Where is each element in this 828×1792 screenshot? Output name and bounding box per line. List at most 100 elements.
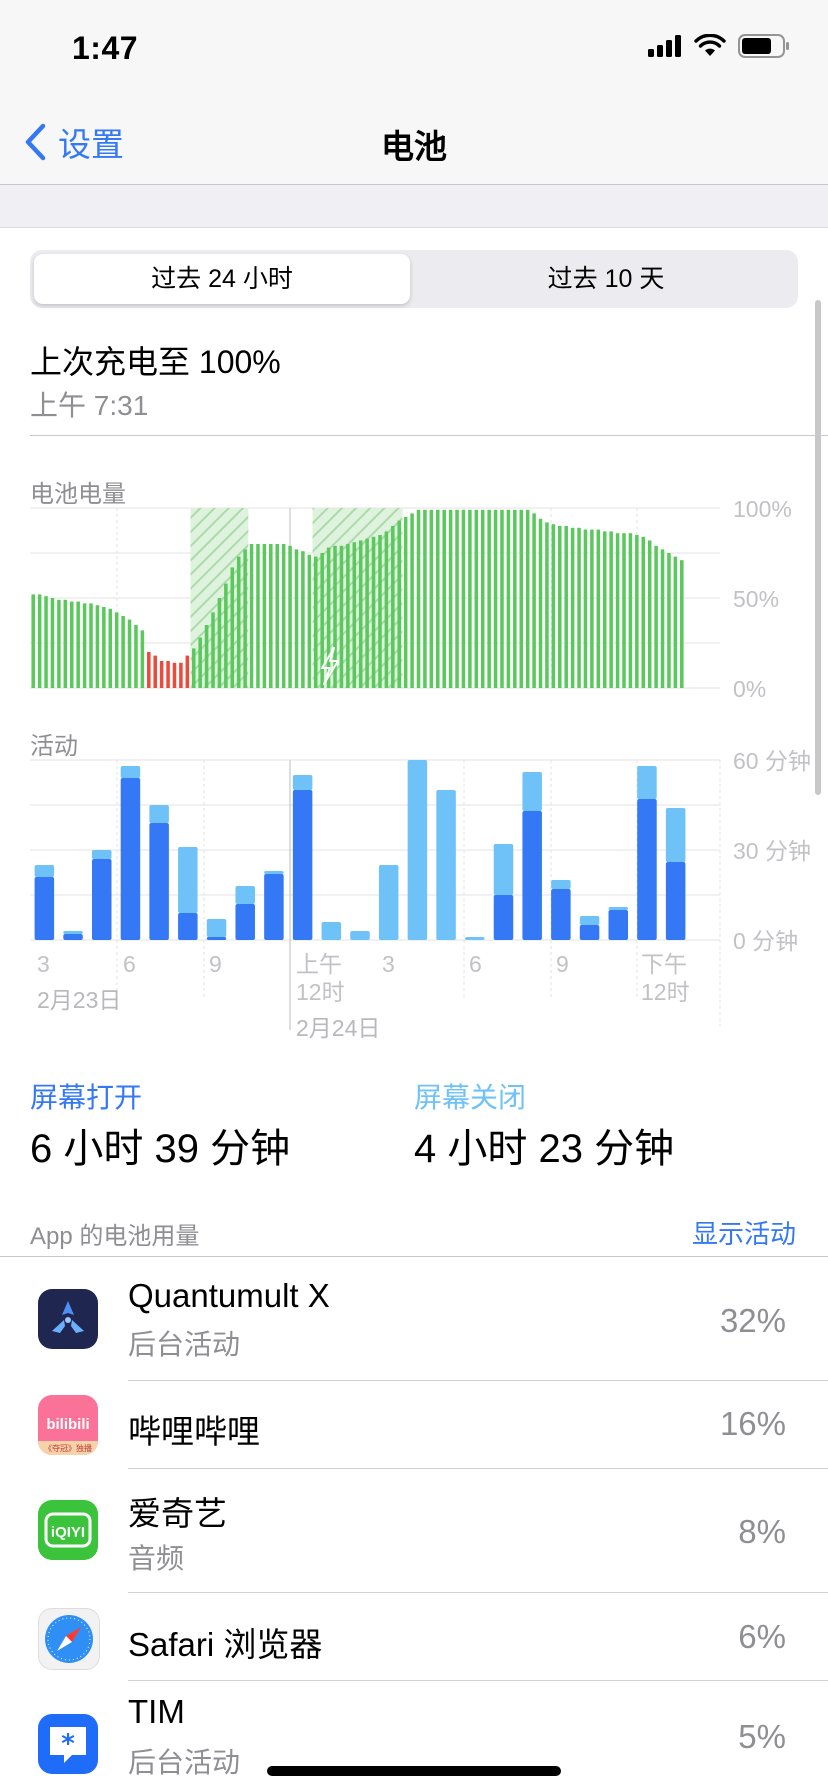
bilibili-icon: bilibili 《夺冠》独播 bbox=[38, 1395, 98, 1455]
svg-text:*: * bbox=[61, 1729, 75, 1759]
app-subtitle: 音频 bbox=[128, 1543, 185, 1574]
battery-bar bbox=[358, 540, 363, 688]
battery-bar bbox=[391, 526, 395, 688]
x-tick-label: 9 bbox=[556, 951, 569, 977]
battery-bar bbox=[95, 605, 100, 688]
battery-bar bbox=[301, 551, 305, 688]
activity-bar-screen-off bbox=[579, 916, 600, 925]
battery-bar bbox=[307, 554, 312, 688]
battery-bar bbox=[76, 601, 80, 688]
activity-bar-screen-off bbox=[63, 931, 83, 934]
app-subtitle: 后台活动 bbox=[128, 1747, 241, 1778]
battery-bar bbox=[487, 509, 491, 688]
activity-bar-screen-on bbox=[608, 910, 629, 940]
activity-bar-screen-off bbox=[264, 871, 284, 874]
battery-usage-charts: 100%50%0% 60 分钟30 分钟0 分钟 3 6 9 上午12时3 6 9 下午12… bbox=[30, 496, 811, 1041]
y-tick-label: 100% bbox=[733, 496, 792, 522]
battery-bar bbox=[365, 538, 369, 688]
battery-bar bbox=[224, 583, 228, 688]
app-row-safari[interactable]: Safari 浏览器 6% bbox=[0, 1593, 828, 1680]
battery-bar bbox=[114, 612, 119, 688]
battery-bar bbox=[436, 509, 440, 688]
x-tick-label: 12时 bbox=[641, 979, 690, 1005]
battery-bar bbox=[590, 529, 594, 688]
activity-bar-screen-on bbox=[235, 904, 255, 940]
activity-bar-screen-off bbox=[436, 790, 456, 940]
activity-bar-screen-off bbox=[34, 865, 55, 877]
battery-bar bbox=[628, 533, 633, 688]
app-percentage: 5% bbox=[738, 1718, 786, 1755]
app-name: TIM bbox=[128, 1693, 185, 1730]
battery-bar bbox=[551, 524, 556, 688]
battery-bar bbox=[256, 544, 260, 688]
battery-bar bbox=[179, 662, 183, 688]
activity-bar-screen-on bbox=[522, 811, 542, 940]
activity-bar-screen-off bbox=[493, 844, 514, 895]
app-percentage: 16% bbox=[719, 1405, 786, 1442]
activity-bar-screen-on bbox=[178, 913, 198, 940]
battery-bar bbox=[262, 544, 267, 688]
activity-bar-screen-on bbox=[120, 778, 141, 940]
home-indicator[interactable] bbox=[267, 1766, 561, 1776]
battery-bar bbox=[680, 560, 684, 688]
quantumult-x-icon bbox=[38, 1289, 98, 1349]
activity-bar-screen-off bbox=[665, 808, 686, 862]
svg-text:bilibili: bilibili bbox=[46, 1416, 89, 1433]
battery-bar bbox=[641, 536, 646, 688]
app-row-iqiyi[interactable]: iQIYI 爱奇艺 音频 8% bbox=[0, 1469, 828, 1592]
battery-bar bbox=[204, 625, 209, 688]
x-tick-label: 12时 bbox=[296, 979, 345, 1005]
screen-on-label: 屏幕打开 bbox=[30, 1082, 143, 1113]
battery-bar bbox=[525, 509, 530, 688]
show-activity-button[interactable]: 显示活动 bbox=[692, 1214, 796, 1251]
battery-bar bbox=[44, 596, 48, 688]
scrollbar[interactable] bbox=[815, 300, 821, 795]
activity-bar-screen-off bbox=[608, 907, 629, 910]
app-percentage: 8% bbox=[738, 1513, 786, 1550]
battery-bar bbox=[339, 545, 344, 688]
battery-bar bbox=[602, 531, 607, 688]
battery-bar bbox=[102, 607, 106, 688]
battery-bar bbox=[288, 545, 292, 688]
battery-bar bbox=[519, 509, 524, 688]
app-subtitle: 后台活动 bbox=[128, 1329, 241, 1360]
activity-bar-screen-off bbox=[206, 919, 227, 937]
battery-bar bbox=[236, 556, 241, 688]
battery-bar bbox=[397, 520, 402, 688]
screen-off-value: 4 小时 23 分钟 bbox=[414, 1127, 675, 1171]
battery-bar bbox=[211, 612, 215, 688]
activity-bar-screen-on bbox=[149, 823, 169, 940]
battery-bar bbox=[480, 509, 485, 688]
app-row-bilibili[interactable]: bilibili 《夺冠》独播 哔哩哔哩 16% bbox=[0, 1381, 828, 1468]
activity-bar-screen-off bbox=[149, 805, 169, 823]
activity-bar-screen-on bbox=[63, 934, 83, 940]
battery-bar bbox=[545, 522, 549, 688]
battery-bar bbox=[513, 509, 517, 688]
battery-bar bbox=[140, 630, 145, 688]
battery-bar bbox=[538, 518, 543, 688]
activity-bar-screen-off bbox=[178, 847, 198, 913]
y-tick-label: 0% bbox=[733, 676, 766, 702]
battery-bar bbox=[50, 598, 55, 688]
activity-bar-screen-off bbox=[292, 775, 313, 790]
battery-bar bbox=[153, 655, 157, 688]
activity-bar-screen-on bbox=[292, 790, 313, 940]
battery-bar bbox=[159, 661, 164, 688]
battery-bar bbox=[313, 556, 318, 688]
battery-bar bbox=[468, 509, 472, 688]
activity-bar-screen-off bbox=[637, 766, 657, 799]
battery-bar bbox=[442, 509, 446, 688]
activity-bar-screen-off bbox=[522, 772, 542, 811]
battery-bar bbox=[217, 598, 222, 688]
battery-bar bbox=[667, 553, 671, 688]
app-percentage: 6% bbox=[738, 1618, 786, 1655]
app-row-quantumult-x[interactable]: Quantumult X 后台活动 32% bbox=[0, 1257, 828, 1380]
battery-bar bbox=[474, 509, 479, 688]
battery-bar bbox=[654, 545, 658, 688]
battery-bar bbox=[281, 544, 286, 688]
battery-bar bbox=[89, 603, 93, 688]
activity-bar-screen-off bbox=[465, 937, 485, 940]
x-tick-label: 6 bbox=[123, 951, 136, 977]
battery-bar bbox=[577, 527, 581, 688]
battery-bar bbox=[461, 509, 466, 688]
